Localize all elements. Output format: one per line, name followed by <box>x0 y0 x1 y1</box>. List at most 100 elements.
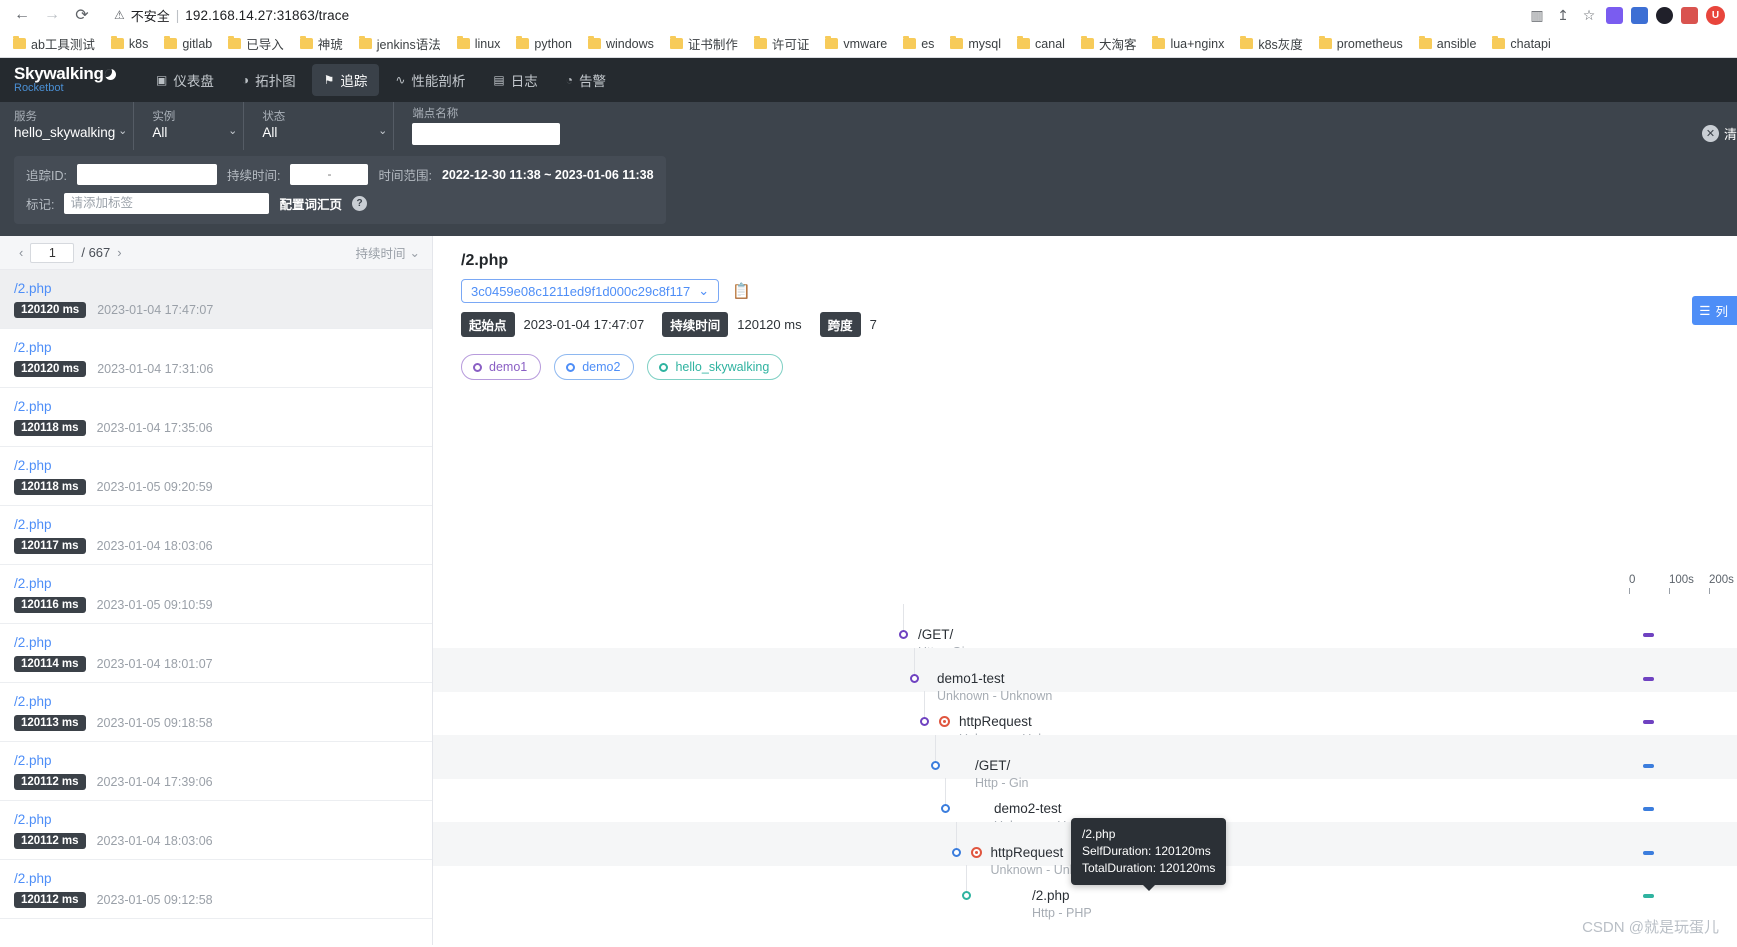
list-item[interactable]: /2.php 120120 ms 2023-01-04 17:31:06 <box>0 329 432 388</box>
bookmark-item[interactable]: chatapi <box>1485 34 1557 54</box>
bookmark-item[interactable]: es <box>896 34 941 54</box>
span-row[interactable]: /GET/Http - Gin <box>433 734 1737 790</box>
tags-input[interactable]: 请添加标签 <box>64 193 270 214</box>
bookmark-label: 大淘客 <box>1098 38 1137 52</box>
logo-subtitle: Rocketbot <box>14 82 64 94</box>
span-duration-bar[interactable] <box>1643 807 1654 811</box>
status-selector[interactable]: 状态 All ⌄ <box>244 102 395 150</box>
list-item[interactable]: /2.php 120114 ms 2023-01-04 18:01:07 <box>0 624 432 683</box>
bookmark-item[interactable]: linux <box>450 34 508 54</box>
span-duration-bar[interactable] <box>1643 763 1654 768</box>
nav-item-2[interactable]: ◑ 拓扑图 <box>230 64 308 96</box>
span-row[interactable]: demo2-testUnknown - Unknown <box>433 778 1737 833</box>
bookmark-item[interactable]: jenkins语法 <box>352 31 448 56</box>
duration-range-input[interactable]: - <box>290 164 369 185</box>
split-screen-icon[interactable]: ▥ <box>1528 6 1546 24</box>
extension-icon-4[interactable] <box>1681 6 1698 24</box>
bookmark-item[interactable]: 大淘客 <box>1074 31 1144 56</box>
bookmark-item[interactable]: python <box>509 34 579 54</box>
page-number-input[interactable]: 1 <box>30 242 75 263</box>
nav-item-1[interactable]: ▣ 仪表盘 <box>144 64 226 96</box>
service-chip[interactable]: demo2 <box>554 354 635 380</box>
not-secure-warning-icon: ⚠ <box>114 8 125 22</box>
bookmark-star-icon[interactable]: ☆ <box>1580 6 1598 24</box>
bookmark-item[interactable]: 证书制作 <box>663 31 745 56</box>
trace-list[interactable]: /2.php 120120 ms 2023-01-04 17:47:07/2.php… <box>0 270 432 945</box>
folder-icon <box>587 36 601 49</box>
address-bar[interactable]: ⚠ 不安全 | 192.168.14.27:31863/trace <box>104 3 1526 27</box>
profile-avatar[interactable]: U <box>1706 5 1725 25</box>
span-row[interactable]: demo1-test Unknown - Unknown <box>433 647 1737 703</box>
span-duration-bar[interactable] <box>1643 720 1654 724</box>
timerange-value[interactable]: 2022-12-30 11:38 ~ 2023-01-06 11:38 <box>442 168 654 182</box>
extension-icon-2[interactable] <box>1631 6 1648 24</box>
span-row[interactable]: /GET/Http - Gin <box>433 604 1737 659</box>
nav-item-label: 性能剖析 <box>411 74 466 89</box>
endpoint-input[interactable] <box>412 123 561 145</box>
chevron-down-icon[interactable]: ⌄ <box>118 124 127 137</box>
bookmark-item[interactable]: ansible <box>1412 34 1484 54</box>
duration-badge: 持续时间 <box>662 312 729 337</box>
instance-selector[interactable]: 实例 All ⌄ <box>134 102 245 150</box>
span-dot-icon <box>951 847 961 857</box>
list-item[interactable]: /2.php 120113 ms 2023-01-05 09:18:58 <box>0 683 432 742</box>
back-arrow-icon[interactable]: ← <box>8 1 36 29</box>
clipboard-icon[interactable]: 📋 <box>732 282 751 300</box>
nav-item-4[interactable]: ∿ 性能剖析 <box>383 64 477 96</box>
duration-badge: 120118 ms <box>14 479 86 495</box>
bookmark-item[interactable]: canal <box>1010 34 1072 54</box>
bookmark-item[interactable]: gitlab <box>157 34 219 54</box>
nav-item-5[interactable]: ▤ 日志 <box>481 64 549 96</box>
duration-badge: 120114 ms <box>14 656 86 672</box>
span-row[interactable]: httpRequestUnknown - Unknown <box>433 691 1737 746</box>
list-item[interactable]: /2.php 120112 ms 2023-01-04 17:39:06 <box>0 742 432 801</box>
bookmark-item[interactable]: vmware <box>818 34 894 54</box>
list-item[interactable]: /2.php 120116 ms 2023-01-05 09:10:59 <box>0 565 432 624</box>
bookmark-item[interactable]: 神琥 <box>293 31 350 56</box>
bookmark-item[interactable]: lua+nginx <box>1145 34 1231 54</box>
bookmark-item[interactable]: k8s灰度 <box>1233 31 1309 56</box>
bookmark-item[interactable]: 许可证 <box>747 31 817 56</box>
bookmark-item[interactable]: k8s <box>104 34 155 54</box>
close-icon[interactable]: ✕ <box>1701 125 1719 142</box>
list-view-toggle-button[interactable]: ☰ 列 <box>1692 296 1737 325</box>
list-item[interactable]: /2.php 120118 ms 2023-01-05 09:20:59 <box>0 447 432 506</box>
reload-icon[interactable]: ⟳ <box>68 1 96 29</box>
service-chip[interactable]: hello_skywalking <box>647 354 784 380</box>
help-icon[interactable]: ? <box>352 196 367 211</box>
span-duration-bar[interactable] <box>1643 633 1654 637</box>
chevron-down-icon[interactable]: ⌄ <box>228 124 237 137</box>
list-item[interactable]: /2.php 120112 ms 2023-01-05 09:12:58 <box>0 860 432 919</box>
prev-page-button[interactable]: ‹ <box>12 245 30 260</box>
bookmark-item[interactable]: windows <box>581 34 661 54</box>
span-duration-bar[interactable] <box>1643 894 1654 898</box>
list-item[interactable]: /2.php 120120 ms 2023-01-04 17:47:07 <box>0 270 432 329</box>
vocabulary-link[interactable]: 配置词汇页 <box>279 194 342 213</box>
clear-button[interactable]: ✕ 清 <box>1701 124 1737 143</box>
span-title: /2.php <box>1032 888 1070 903</box>
forward-arrow-icon[interactable]: → <box>38 1 66 29</box>
nav-item-3[interactable]: ⚑ 追踪 <box>311 64 380 96</box>
app-logo[interactable]: Skywalking Rocketbot <box>14 65 118 95</box>
list-item[interactable]: /2.php 120117 ms 2023-01-04 18:03:06 <box>0 506 432 565</box>
bookmark-item[interactable]: prometheus <box>1312 34 1410 54</box>
share-icon[interactable]: ↥ <box>1554 6 1572 24</box>
bookmark-item[interactable]: mysql <box>943 34 1008 54</box>
span-node[interactable]: /2.php Http - PHP <box>962 887 1092 922</box>
extension-icon-1[interactable] <box>1606 6 1623 24</box>
traceid-select[interactable]: 3c0459e08c1211ed9f1d000c29c8f117 ⌄ <box>461 279 720 303</box>
service-selector[interactable]: 服务 hello_skywalking ⌄ <box>14 102 135 150</box>
span-duration-bar[interactable] <box>1643 850 1654 855</box>
chevron-down-icon[interactable]: ⌄ <box>378 124 387 137</box>
list-item[interactable]: /2.php 120118 ms 2023-01-04 17:35:06 <box>0 388 432 447</box>
service-chip[interactable]: demo1 <box>461 354 542 380</box>
bookmark-item[interactable]: ab工具测试 <box>6 31 102 56</box>
traceid-input[interactable] <box>76 164 217 185</box>
next-page-button[interactable]: › <box>110 245 128 260</box>
bookmark-item[interactable]: 已导入 <box>221 31 291 56</box>
list-item[interactable]: /2.php 120112 ms 2023-01-04 18:03:06 <box>0 801 432 860</box>
span-duration-bar[interactable] <box>1643 676 1654 681</box>
sort-selector[interactable]: 持续时间 ⌄ <box>356 243 421 262</box>
nav-item-6[interactable]: ◔ 告警 <box>554 64 618 96</box>
extension-icon-3[interactable] <box>1656 6 1673 24</box>
